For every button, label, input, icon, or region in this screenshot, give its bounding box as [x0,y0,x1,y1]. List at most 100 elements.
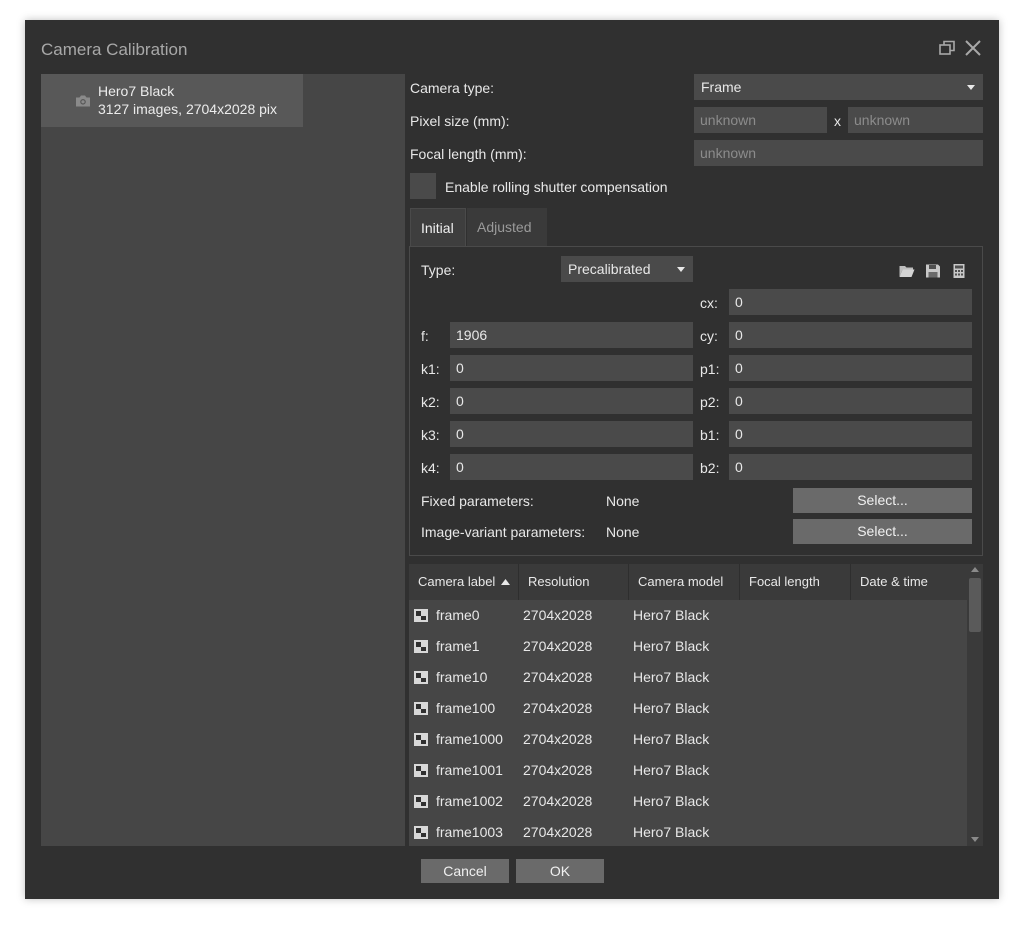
param-k4-label: k4: [421,460,440,476]
param-k1-field[interactable]: 0 [450,355,693,381]
table-row[interactable]: frame1002 2704x2028 Hero7 Black [409,786,967,817]
camera-type-label: Camera type: [410,80,495,96]
folder-open-icon[interactable] [899,264,915,278]
table-row[interactable]: frame1000 2704x2028 Hero7 Black [409,724,967,755]
param-b1-field[interactable]: 0 [729,421,972,447]
param-p2-field[interactable]: 0 [729,388,972,414]
image-variant-parameters-value: None [606,524,640,540]
camera-list-item[interactable]: Hero7 Black 3127 images, 2704x2028 pix [41,74,303,127]
focal-length-label: Focal length (mm): [410,146,527,162]
table-header: Camera label Resolution Camera model Foc… [409,564,967,600]
ok-button[interactable]: OK [516,859,604,883]
cell-camera-label: frame1000 [436,731,503,747]
tab-initial[interactable]: Initial [410,208,466,246]
fixed-parameters-value: None [606,493,640,509]
param-p1-field[interactable]: 0 [729,355,972,381]
image-variant-parameters-label: Image-variant parameters: [421,524,586,540]
cell-resolution: 2704x2028 [523,638,593,654]
tab-adjusted[interactable]: Adjusted [467,208,547,246]
cell-camera-model: Hero7 Black [633,762,710,778]
table-row[interactable]: frame1 2704x2028 Hero7 Black [409,631,967,662]
image-icon [414,795,428,808]
image-icon [414,640,428,653]
camera-calibration-dialog: Camera Calibration Hero7 Black 3127 imag… [25,20,999,899]
sort-ascending-icon [501,579,510,585]
title-bar: Camera Calibration [25,20,999,74]
chevron-down-icon [677,267,685,272]
camera-table: Camera label Resolution Camera model Foc… [409,564,983,846]
rolling-shutter-label: Enable rolling shutter compensation [445,179,668,195]
param-k3-field[interactable]: 0 [450,421,693,447]
close-icon[interactable] [963,38,983,58]
param-k1-label: k1: [421,361,440,377]
calculator-icon[interactable] [951,264,967,278]
cell-camera-label: frame1003 [436,824,503,840]
param-cx-label: cx: [700,295,718,311]
table-row[interactable]: frame1003 2704x2028 Hero7 Black [409,817,967,846]
scrollbar-thumb[interactable] [969,578,981,632]
pixel-size-x-field[interactable]: unknown [694,107,827,133]
camera-info: 3127 images, 2704x2028 pix [98,101,278,117]
calibration-type-value: Precalibrated [568,261,651,277]
table-row[interactable]: frame10 2704x2028 Hero7 Black [409,662,967,693]
param-f-field[interactable]: 1906 [450,322,693,348]
cell-camera-label: frame1 [436,638,480,654]
column-camera-model[interactable]: Camera model [629,564,740,600]
cell-camera-label: frame0 [436,607,480,623]
cell-camera-model: Hero7 Black [633,669,710,685]
scroll-down-icon[interactable] [971,837,979,842]
select-fixed-parameters-button[interactable]: Select... [793,488,972,513]
param-b2-field[interactable]: 0 [729,454,972,480]
table-row[interactable]: frame1001 2704x2028 Hero7 Black [409,755,967,786]
param-k2-field[interactable]: 0 [450,388,693,414]
cell-camera-label: frame100 [436,700,496,716]
cell-resolution: 2704x2028 [523,762,593,778]
cell-camera-model: Hero7 Black [633,700,710,716]
column-resolution[interactable]: Resolution [519,564,629,600]
param-cy-label: cy: [700,328,718,344]
param-b2-label: b2: [700,460,720,476]
cell-camera-model: Hero7 Black [633,638,710,654]
cell-resolution: 2704x2028 [523,607,593,623]
cell-resolution: 2704x2028 [523,824,593,840]
table-scrollbar[interactable] [967,564,983,846]
dialog-title: Camera Calibration [41,40,188,59]
column-focal-length[interactable]: Focal length [740,564,851,600]
focal-length-field[interactable]: unknown [694,140,983,166]
chevron-down-icon [967,85,975,90]
cell-resolution: 2704x2028 [523,669,593,685]
fixed-parameters-label: Fixed parameters: [421,493,534,509]
param-k4-field[interactable]: 0 [450,454,693,480]
cell-camera-model: Hero7 Black [633,731,710,747]
pixel-size-y-field[interactable]: unknown [848,107,983,133]
scroll-up-icon[interactable] [971,567,979,572]
restore-window-icon[interactable] [937,38,957,58]
camera-name: Hero7 Black [98,83,175,99]
table-row[interactable]: frame0 2704x2028 Hero7 Black [409,600,967,631]
cell-camera-label: frame1002 [436,793,503,809]
cell-resolution: 2704x2028 [523,731,593,747]
camera-group-list: Hero7 Black 3127 images, 2704x2028 pix [41,74,405,846]
cell-camera-model: Hero7 Black [633,607,710,623]
save-icon[interactable] [925,264,941,278]
param-b1-label: b1: [700,427,720,443]
rolling-shutter-checkbox[interactable] [410,173,436,199]
param-p1-label: p1: [700,361,720,377]
camera-type-select[interactable]: Frame [694,74,983,100]
column-camera-label[interactable]: Camera label [409,564,519,600]
cell-camera-label: frame1001 [436,762,503,778]
pixel-size-label: Pixel size (mm): [410,113,510,129]
column-date-time[interactable]: Date & time [851,564,967,600]
param-cx-field[interactable]: 0 [729,289,972,315]
cell-resolution: 2704x2028 [523,793,593,809]
calibration-type-select[interactable]: Precalibrated [561,256,693,282]
param-cy-field[interactable]: 0 [729,322,972,348]
pixel-size-separator: x [834,113,841,129]
camera-type-value: Frame [701,79,742,95]
image-icon [414,764,428,777]
select-image-variant-parameters-button[interactable]: Select... [793,519,972,544]
cancel-button[interactable]: Cancel [421,859,509,883]
image-icon [414,609,428,622]
table-row[interactable]: frame100 2704x2028 Hero7 Black [409,693,967,724]
param-f-label: f: [421,328,429,344]
